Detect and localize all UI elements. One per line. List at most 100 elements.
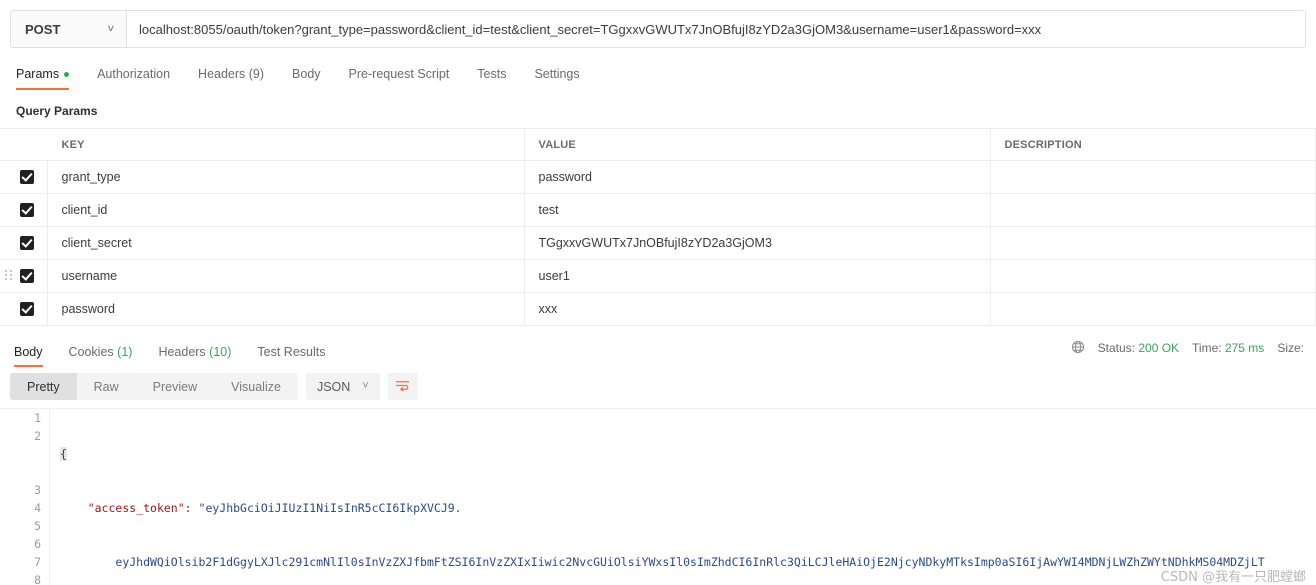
response-body-viewer[interactable]: 1 2 3 4 5 6 7 8 { "access_token": "eyJhb… [0, 408, 1316, 585]
row-description[interactable] [990, 259, 1316, 293]
row-description[interactable] [990, 226, 1316, 260]
url-input[interactable]: localhost:8055/oauth/token?grant_type=pa… [126, 10, 1306, 48]
row-checkbox[interactable] [20, 302, 34, 317]
json-value-access-token-part2: eyJhdWQiOlsib2F1dGgyLXJlc291cmNlIl0sInVz… [115, 555, 1265, 569]
size-label: Size: [1277, 341, 1304, 355]
chevron-down-icon: ˅ [107, 22, 114, 35]
row-description[interactable] [990, 193, 1316, 227]
row-checkbox-cell [0, 193, 48, 227]
row-value[interactable]: xxx [524, 292, 991, 326]
table-header-row: KEY VALUE DESCRIPTION [0, 128, 1316, 161]
drag-handle-icon[interactable] [5, 270, 13, 282]
tab-body-label: Body [292, 67, 321, 81]
request-tabs: Params Authorization Headers (9) Body Pr… [0, 58, 1316, 90]
response-format-select[interactable]: JSON ˅ [305, 373, 380, 400]
tab-params[interactable]: Params [14, 67, 83, 90]
wrap-lines-icon [395, 379, 410, 395]
row-value[interactable]: TGgxxvGWUTx7JnOBfujI8zYD2a3GjOM3 [524, 226, 991, 260]
watermark: CSDN @我有一只肥螳螂 [1160, 570, 1306, 585]
query-params-heading: Query Params [16, 104, 98, 118]
tab-settings[interactable]: Settings [520, 67, 593, 90]
time-label: Time: [1192, 341, 1222, 355]
header-value: VALUE [524, 128, 991, 161]
tab-headers-label: Headers (9) [198, 67, 265, 81]
table-row: password xxx [0, 292, 1316, 326]
view-raw-button[interactable]: Raw [77, 373, 136, 400]
view-pretty-button[interactable]: Pretty [10, 373, 77, 400]
brace-open: { [60, 447, 67, 461]
status-badge: Status: 200 OK [1098, 341, 1179, 355]
response-header: Body Cookies (1) Headers (10) Test Resul… [0, 331, 1316, 367]
row-key[interactable]: grant_type [47, 160, 525, 194]
row-description[interactable] [990, 160, 1316, 194]
response-tab-test-results[interactable]: Test Results [244, 345, 338, 367]
tab-params-label: Params [16, 67, 60, 81]
status-label: Status: [1097, 341, 1135, 355]
line-number: 1 [34, 411, 41, 425]
response-tab-body[interactable]: Body [14, 345, 56, 367]
response-format-label: JSON [316, 379, 351, 394]
response-tab-cookies-label: Cookies [68, 345, 114, 359]
row-key[interactable]: password [47, 292, 525, 326]
tab-settings-label: Settings [534, 67, 580, 81]
line-number: 2 [34, 429, 41, 443]
row-key[interactable]: client_secret [47, 226, 525, 260]
table-row: grant_type password [0, 160, 1316, 194]
globe-icon [1071, 340, 1085, 356]
response-tab-cookies[interactable]: Cookies (1) [56, 345, 146, 367]
params-modified-dot-icon [64, 71, 70, 77]
view-preview-button[interactable]: Preview [136, 373, 214, 400]
header-checkbox-col [0, 128, 47, 161]
row-checkbox-cell [0, 292, 48, 326]
row-description[interactable] [990, 292, 1316, 326]
chevron-down-icon: ˅ [362, 380, 369, 392]
row-checkbox[interactable] [20, 203, 34, 218]
response-toolbar: Pretty Raw Preview Visualize JSON ˅ [0, 367, 1316, 408]
tab-pre-request-script[interactable]: Pre-request Script [335, 67, 464, 90]
http-method-label: POST [25, 21, 61, 37]
tab-pre-request-script-label: Pre-request Script [348, 67, 450, 81]
row-checkbox-cell [0, 259, 48, 293]
row-value[interactable]: password [524, 160, 991, 194]
tab-tests-label: Tests [477, 67, 507, 81]
row-value[interactable]: user1 [524, 259, 991, 293]
response-tab-headers[interactable]: Headers (10) [145, 345, 244, 367]
line-number-spacer [0, 463, 41, 481]
row-checkbox[interactable] [20, 236, 34, 251]
row-checkbox[interactable] [20, 170, 34, 185]
code-line-2-cont1: eyJhdWQiOlsib2F1dGgyLXJlc291cmNlIl0sInVz… [60, 553, 1316, 571]
line-number: 8 [34, 573, 41, 585]
line-number: 5 [34, 519, 41, 533]
row-key[interactable]: username [47, 259, 525, 293]
tab-headers[interactable]: Headers (9) [184, 67, 278, 90]
row-key[interactable]: client_id [47, 193, 525, 227]
row-value[interactable]: test [524, 193, 991, 227]
code-line-1: { [60, 445, 1316, 463]
time-badge: Time: 275 ms [1192, 341, 1264, 355]
tab-authorization-label: Authorization [97, 67, 171, 81]
tab-authorization[interactable]: Authorization [83, 67, 184, 90]
response-tab-headers-label: Headers [158, 345, 206, 359]
row-checkbox-cell [0, 226, 48, 260]
tab-body[interactable]: Body [278, 67, 335, 90]
query-params-table: KEY VALUE DESCRIPTION grant_type passwor… [0, 128, 1316, 326]
json-key-access-token: "access_token" [87, 501, 185, 515]
response-tab-cookies-count: (1) [117, 345, 133, 359]
json-code: { "access_token": "eyJhbGciOiJIUzI1NiIsI… [50, 409, 1316, 585]
time-value: 275 ms [1224, 341, 1265, 355]
tab-tests[interactable]: Tests [463, 67, 520, 90]
wrap-lines-button[interactable] [387, 373, 418, 400]
status-value: 200 OK [1138, 341, 1180, 355]
response-view-switcher: Pretty Raw Preview Visualize [10, 373, 298, 400]
line-number: 3 [34, 483, 41, 497]
response-tab-headers-count: (10) [209, 345, 232, 359]
table-row: username user1 [0, 259, 1316, 293]
view-visualize-button[interactable]: Visualize [214, 373, 298, 400]
response-tab-body-label: Body [14, 345, 43, 359]
row-checkbox[interactable] [20, 269, 34, 284]
header-description: DESCRIPTION [990, 128, 1316, 161]
http-method-select[interactable]: POST ˅ [10, 10, 126, 48]
code-line-2: "access_token": "eyJhbGciOiJIUzI1NiIsInR… [87, 501, 462, 515]
header-key: KEY [47, 128, 525, 161]
line-number-gutter: 1 2 3 4 5 6 7 8 [0, 409, 50, 585]
